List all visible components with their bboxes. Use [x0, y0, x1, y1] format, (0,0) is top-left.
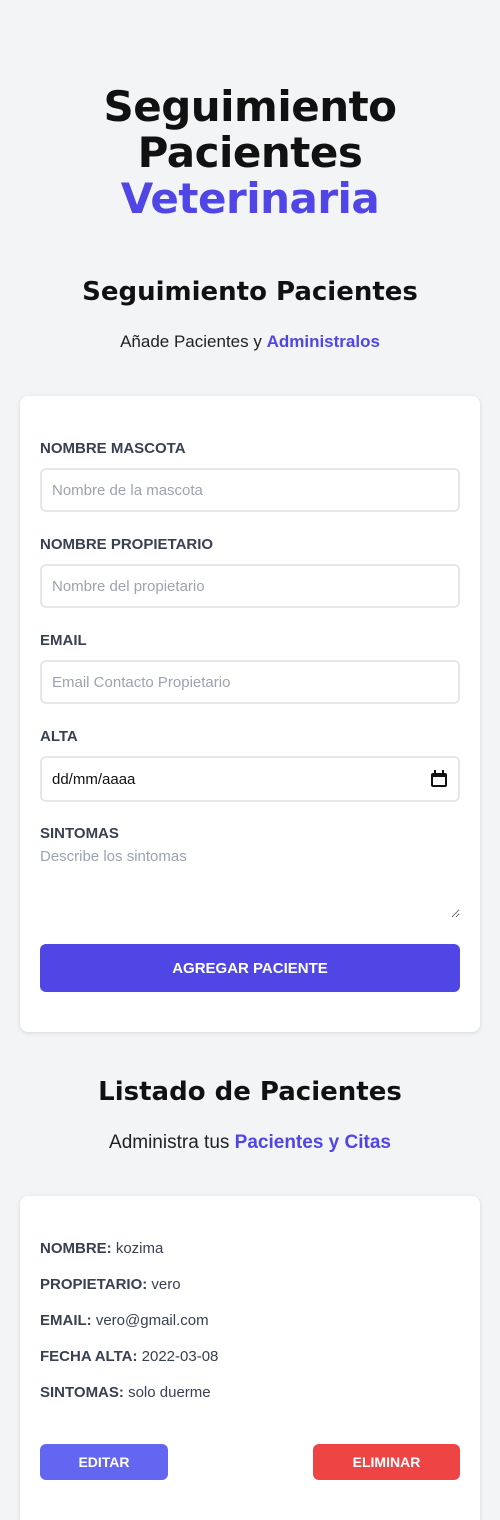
list-subtitle-prefix: Administra tus: [109, 1132, 235, 1153]
email-label: Email: [40, 632, 87, 649]
patient-name-row: Nombre: kozima: [40, 1240, 163, 1257]
pet-name-label: Nombre Mascota: [40, 440, 186, 457]
list-section-subtitle: Administra tus Pacientes y Citas: [0, 1132, 500, 1154]
patient-symptoms-row: Sintomas: solo duerme: [40, 1384, 211, 1401]
form-section-subtitle: Añade Pacientes y Administralos: [0, 332, 500, 352]
patient-email-label: Email:: [40, 1312, 92, 1329]
owner-name-input[interactable]: [40, 564, 460, 608]
delete-button[interactable]: Eliminar: [313, 1444, 460, 1480]
discharge-date-input[interactable]: dd/mm/aaaa: [40, 756, 460, 802]
symptoms-label: Sintomas: [40, 825, 119, 842]
owner-name-label: Nombre Propietario: [40, 536, 214, 553]
pet-name-input[interactable]: [40, 468, 460, 512]
patient-date-label: Fecha Alta:: [40, 1348, 138, 1365]
add-patient-button[interactable]: Agregar Paciente: [40, 944, 460, 992]
calendar-icon[interactable]: [430, 770, 448, 788]
patient-name-value: kozima: [115, 1240, 164, 1257]
discharge-date-value: dd/mm/aaaa: [52, 770, 136, 788]
email-input[interactable]: [40, 660, 460, 704]
patient-owner-label: Propietario:: [40, 1276, 148, 1293]
patient-name-label: Nombre:: [40, 1240, 112, 1257]
list-subtitle-accent: Pacientes y Citas: [234, 1132, 391, 1153]
patient-form: Nombre Mascota Nombre Propietario Email …: [20, 396, 480, 1032]
app-title: Seguimiento Pacientes Veterinaria: [0, 84, 500, 222]
patient-email-row: Email: vero@gmail.com: [40, 1312, 209, 1329]
form-subtitle-accent: Administralos: [266, 332, 380, 351]
patient-card: Nombre: kozima Propietario: vero Email: …: [20, 1196, 480, 1520]
form-subtitle-prefix: Añade Pacientes y: [120, 332, 267, 351]
app-title-accent: Veterinaria: [120, 174, 380, 223]
patient-date-value: 2022-03-08: [141, 1348, 219, 1365]
symptoms-textarea[interactable]: [40, 848, 460, 918]
discharge-label: Alta: [40, 728, 78, 745]
list-section-title: Listado de Pacientes: [98, 1077, 402, 1107]
patient-owner-value: vero: [151, 1276, 181, 1293]
app-title-line2: Pacientes: [137, 128, 363, 177]
patient-symptoms-value: solo duerme: [128, 1384, 211, 1401]
app-title-line1: Seguimiento: [103, 82, 397, 131]
patient-email-value: vero@gmail.com: [95, 1312, 209, 1329]
edit-button[interactable]: Editar: [40, 1444, 168, 1480]
patient-symptoms-label: Sintomas:: [40, 1384, 124, 1401]
patient-owner-row: Propietario: vero: [40, 1276, 181, 1293]
patient-date-row: Fecha Alta: 2022-03-08: [40, 1348, 218, 1365]
form-section-title: Seguimiento Pacientes: [82, 277, 418, 307]
